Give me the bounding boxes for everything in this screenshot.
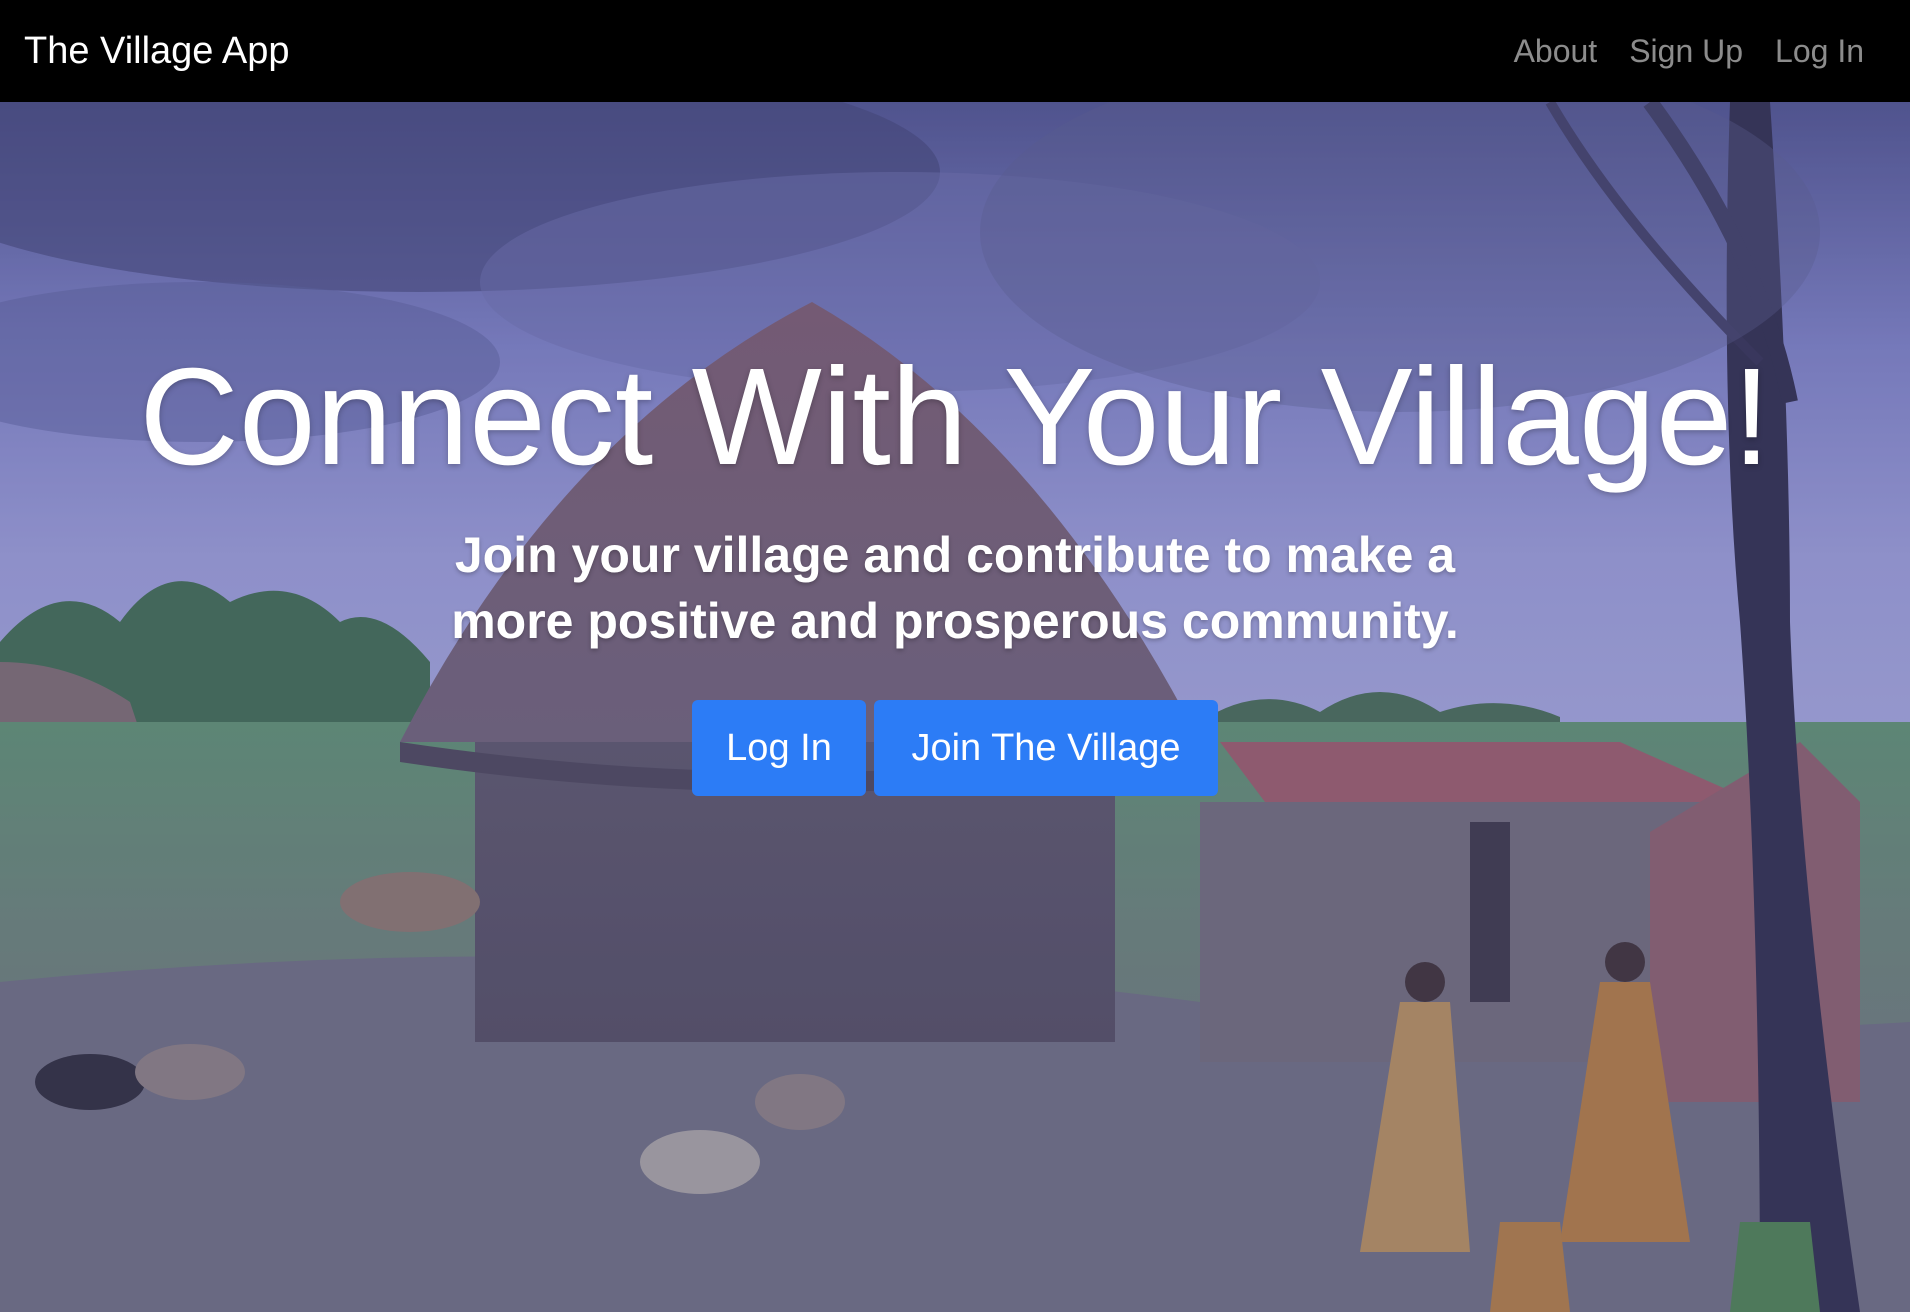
hero-title: Connect With Your Village! (139, 340, 1771, 494)
hero-content: Connect With Your Village! Join your vil… (0, 102, 1910, 1312)
nav-link-log-in[interactable]: Log In (1775, 33, 1864, 70)
nav-link-about[interactable]: About (1514, 33, 1598, 70)
nav-link-sign-up[interactable]: Sign Up (1629, 33, 1743, 70)
log-in-button[interactable]: Log In (692, 700, 866, 796)
hero-lead: Join your village and contribute to make… (451, 527, 1459, 649)
join-village-button[interactable]: Join The Village (874, 700, 1218, 796)
hero-section: Connect With Your Village! Join your vil… (0, 102, 1910, 1312)
hero-button-row: Log In Join The Village (0, 700, 1910, 796)
top-navbar: The Village App About Sign Up Log In (0, 0, 1910, 102)
brand-link[interactable]: The Village App (24, 30, 290, 73)
nav-links: About Sign Up Log In (1514, 33, 1864, 70)
